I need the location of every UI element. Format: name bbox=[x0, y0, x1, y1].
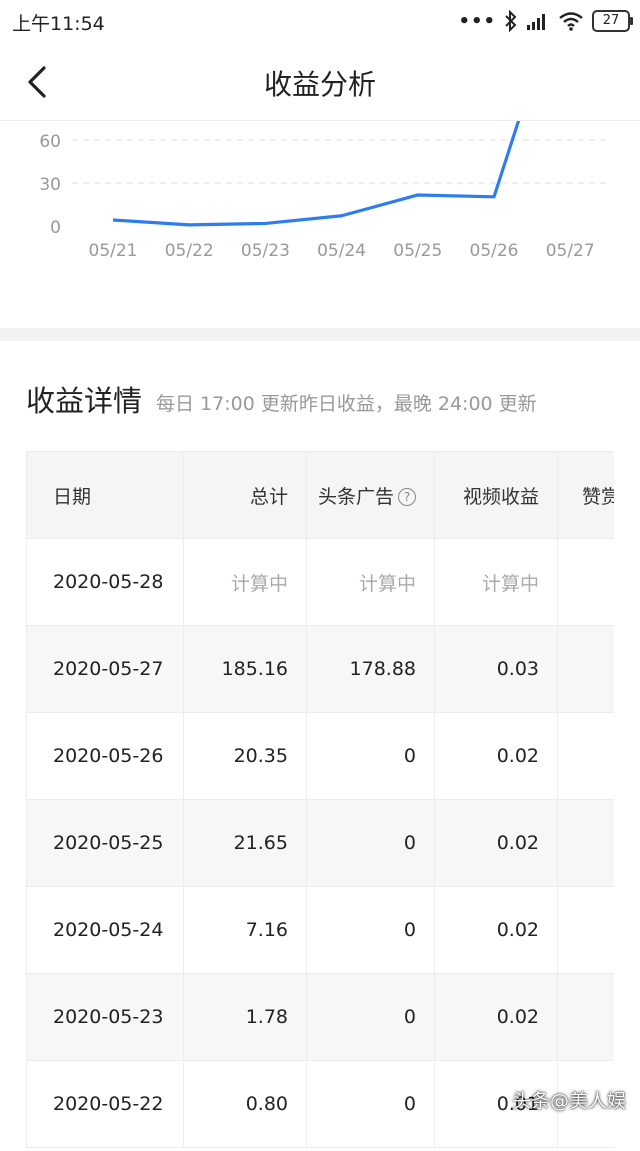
cell-ads: 0 bbox=[306, 1060, 435, 1148]
more-dots-icon: ••• bbox=[458, 10, 496, 32]
signal-icon bbox=[527, 14, 545, 30]
column-header-ads: 头条广告? bbox=[306, 451, 435, 539]
cell-date: 2020-05-27 bbox=[26, 625, 184, 713]
x-tick-label: 05/21 bbox=[89, 241, 138, 261]
column-header-date: 日期 bbox=[26, 451, 184, 539]
battery-indicator: 27 bbox=[592, 10, 633, 32]
x-tick-label: 05/22 bbox=[165, 241, 214, 261]
wifi-icon bbox=[559, 12, 583, 31]
table-row: 2020-05-23 1.78 0 0.02 bbox=[26, 973, 614, 1061]
table-row: 2020-05-24 7.16 0 0.02 bbox=[26, 886, 614, 974]
cell-total: 7.16 bbox=[183, 886, 307, 974]
y-tick-label: 0 bbox=[50, 218, 61, 238]
page-title: 收益分析 bbox=[263, 68, 376, 101]
watermark: 头条@美人娱 bbox=[511, 1090, 626, 1112]
cell-date: 2020-05-22 bbox=[26, 1060, 184, 1148]
column-header-total: 总计 bbox=[183, 451, 307, 539]
cell-video: 0.02 bbox=[434, 886, 558, 974]
earnings-table-container[interactable]: 日期 总计 头条广告? 视频收益 赞赏 2020-05-28 计算中 计算中 计算中 2… bbox=[26, 451, 614, 1151]
y-tick-label: 60 bbox=[39, 132, 61, 152]
table-row: 2020-05-27 185.16 178.88 0.03 bbox=[26, 625, 614, 713]
cell-total: 0.80 bbox=[183, 1060, 307, 1148]
cell-tips bbox=[557, 712, 614, 800]
table-row: 2020-05-28 计算中 计算中 计算中 bbox=[26, 538, 614, 626]
section-divider bbox=[0, 328, 640, 341]
help-icon[interactable]: ? bbox=[398, 487, 416, 506]
earnings-line-chart: 0 30 60 05/21 05/22 05/23 05/24 05/25 05/26 05/27 bbox=[0, 121, 640, 328]
cell-tips bbox=[557, 886, 614, 974]
x-tick-label: 05/27 bbox=[546, 241, 595, 261]
earnings-table: 日期 总计 头条广告? 视频收益 赞赏 2020-05-28 计算中 计算中 计算中 2… bbox=[26, 451, 614, 1148]
cell-ads: 0 bbox=[306, 799, 435, 887]
column-header-video: 视频收益 bbox=[434, 451, 558, 539]
bluetooth-icon bbox=[505, 10, 517, 32]
cell-total: 1.78 bbox=[183, 973, 307, 1061]
table-row: 2020-05-26 20.35 0 0.02 bbox=[26, 712, 614, 800]
cell-total: 21.65 bbox=[183, 799, 307, 887]
status-time: 上午11:54 bbox=[12, 13, 105, 35]
cell-ads: 178.88 bbox=[306, 625, 435, 713]
x-tick-label: 05/24 bbox=[317, 241, 366, 261]
app-header: 收益分析 bbox=[0, 44, 640, 121]
x-tick-label: 05/23 bbox=[241, 241, 290, 261]
chart-svg: 0 30 60 05/21 05/22 05/23 05/24 05/25 05/26 05/27 bbox=[39, 121, 610, 261]
column-header-tips: 赞赏 bbox=[557, 451, 614, 539]
cell-date: 2020-05-25 bbox=[26, 799, 184, 887]
status-bar: 上午11:54 ••• 27 bbox=[0, 0, 640, 44]
cell-video: 0.02 bbox=[434, 799, 558, 887]
x-tick-label: 05/25 bbox=[393, 241, 442, 261]
y-tick-label: 30 bbox=[39, 175, 61, 195]
series-line bbox=[112, 121, 521, 227]
cell-date: 2020-05-23 bbox=[26, 973, 184, 1061]
cell-date: 2020-05-28 bbox=[26, 538, 184, 626]
table-header-row: 日期 总计 头条广告? 视频收益 赞赏 bbox=[26, 451, 614, 539]
details-subtitle: 每日 17:00 更新昨日收益，最晚 24:00 更新 bbox=[156, 393, 537, 415]
table-row: 2020-05-25 21.65 0 0.02 bbox=[26, 799, 614, 887]
cell-video: 0.02 bbox=[434, 973, 558, 1061]
cell-total: 计算中 bbox=[183, 538, 307, 626]
cell-tips bbox=[557, 799, 614, 887]
cell-total: 185.16 bbox=[183, 625, 307, 713]
cell-ads: 计算中 bbox=[306, 538, 435, 626]
cell-total: 20.35 bbox=[183, 712, 307, 800]
column-header-ads-label: 头条广告 bbox=[317, 485, 394, 508]
cell-ads: 0 bbox=[306, 886, 435, 974]
x-tick-label: 05/26 bbox=[470, 241, 519, 261]
cell-ads: 0 bbox=[306, 712, 435, 800]
cell-date: 2020-05-24 bbox=[26, 886, 184, 974]
cell-video: 计算中 bbox=[434, 538, 558, 626]
cell-tips bbox=[557, 625, 614, 713]
table-body: 2020-05-28 计算中 计算中 计算中 2020-05-27 185.16 178.8… bbox=[26, 538, 614, 1148]
cell-ads: 0 bbox=[306, 973, 435, 1061]
cell-video: 0.03 bbox=[434, 625, 558, 713]
cell-video: 0.02 bbox=[434, 712, 558, 800]
details-title: 收益详情 bbox=[26, 384, 143, 418]
cell-tips bbox=[557, 973, 614, 1061]
cell-tips bbox=[557, 538, 614, 626]
status-icons: ••• 27 bbox=[458, 8, 633, 34]
cell-date: 2020-05-26 bbox=[26, 712, 184, 800]
